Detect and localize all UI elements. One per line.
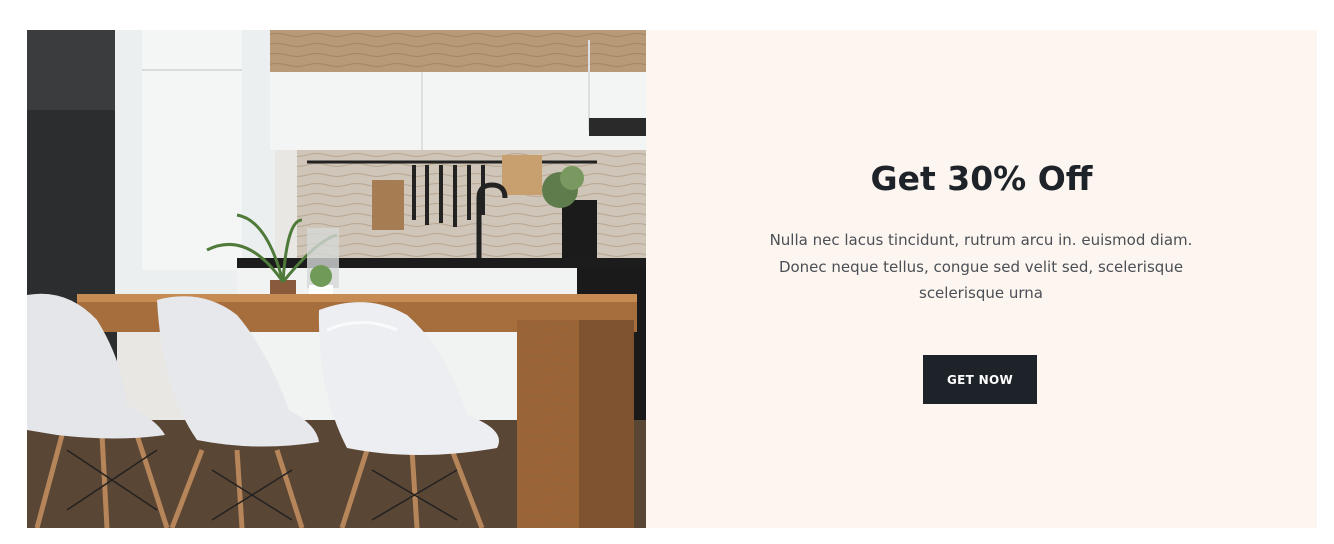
kitchen-photo [27, 30, 646, 528]
offer-headline: Get 30% Off [870, 159, 1093, 198]
get-now-button[interactable]: GET NOW [923, 355, 1037, 404]
offer-description: Nulla nec lacus tincidunt, rutrum arcu i… [769, 231, 1193, 302]
offer-panel: Get 30% Off Nulla nec lacus tincidunt, r… [646, 30, 1317, 528]
promo-banner: Get 30% Off Nulla nec lacus tincidunt, r… [27, 30, 1317, 528]
